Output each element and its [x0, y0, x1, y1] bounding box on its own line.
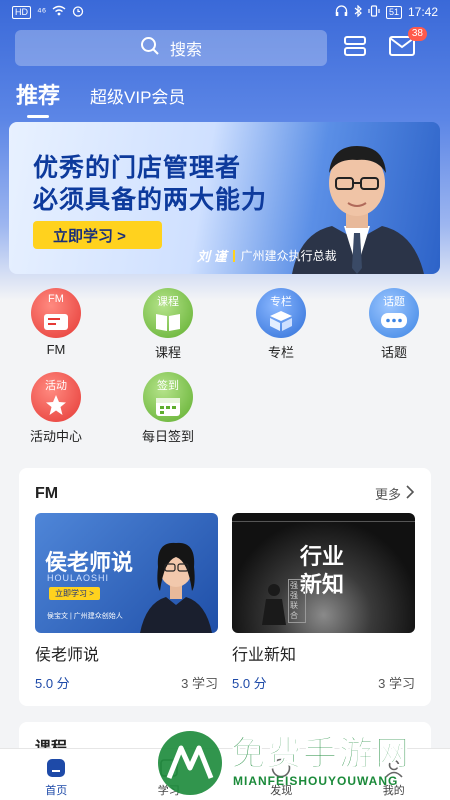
fm-item-learners: 3 学习 [181, 676, 218, 691]
grid-item-course[interactable]: 课程 课程 [123, 288, 213, 361]
nav-home-label: 首页 [45, 785, 68, 797]
silhouette-figure [262, 584, 286, 625]
search-row: 搜索 [15, 30, 435, 66]
banner-title-line2: 必须具备的两大能力 [33, 186, 268, 214]
chat-bubble-icon: 话题 [369, 288, 419, 338]
scan-button[interactable] [340, 33, 370, 63]
fm-item-learners: 3 学习 [378, 676, 415, 691]
grid-label-activity: 活动中心 [29, 429, 82, 444]
messages-button[interactable]: 38 [387, 27, 427, 63]
signal-icon: ⁴⁶ [37, 6, 47, 18]
thumb-top-rule [232, 521, 415, 522]
fm-item-houlaoshi[interactable]: 侯老师说 HOULAOSHI 立即学习 > 侯宝文 | 广州建众创始人 侯老师说… [35, 513, 218, 692]
battery-icon: 51 [385, 5, 402, 19]
chevron-right-icon [405, 485, 415, 502]
search-icon [140, 36, 160, 61]
grid-item-fm[interactable]: FM FM [11, 288, 101, 357]
fm-icon-tag: FM [48, 293, 64, 305]
thumb-subtitle: HOULAOSHI [47, 573, 110, 583]
vibrate-icon [368, 4, 380, 20]
grid-label-topic: 话题 [380, 345, 407, 360]
top-tabs: 推荐 超级VIP会员 [16, 78, 185, 118]
banner-title: 优秀的门店管理者 必须具备的两大能力 [33, 152, 267, 216]
fm-item-score: 5.0 分 [232, 676, 267, 691]
fm-thumb-industry-news: 行业 新知 强强联合 [232, 513, 415, 633]
headphones-icon [335, 4, 348, 20]
topic-icon-tag: 话题 [383, 296, 405, 308]
column-icon-tag: 专栏 [270, 296, 292, 308]
nav-home[interactable]: 首页 [0, 749, 113, 800]
grid-label-column: 专栏 [267, 345, 294, 360]
fm-thumb-houlaoshi: 侯老师说 HOULAOSHI 立即学习 > 侯宝文 | 广州建众创始人 [35, 513, 218, 633]
more-label: 更多 [374, 487, 401, 502]
grid-item-checkin[interactable]: 签到 每日签到 [123, 372, 213, 445]
calendar-icon: 签到 [143, 372, 193, 422]
banner-title-line1: 优秀的门店管理者 [33, 154, 242, 182]
tab-recommend[interactable]: 推荐 [16, 78, 60, 118]
grid-item-topic[interactable]: 话题 话题 [349, 288, 439, 361]
search-placeholder: 搜索 [169, 42, 202, 59]
fm-item-score: 5.0 分 [35, 676, 70, 691]
fm-card-header: FM 更多 [35, 484, 415, 503]
home-icon [45, 757, 67, 779]
fm-item-industry-news[interactable]: 行业 新知 强强联合 行业新知 5.0 分 3 学习 [232, 513, 415, 692]
fm-card: FM 更多 侯老师说 HOULAOSHI 立即学习 > 侯宝文 | 广州建众创始… [19, 468, 431, 706]
status-bar: HD ⁴⁶ 51 17:42 [0, 0, 450, 24]
hd-badge: HD [12, 5, 31, 19]
fm-more-link[interactable]: 更多 [375, 484, 415, 503]
book-icon: 课程 [143, 288, 193, 338]
tab-super-vip[interactable]: 超级VIP会员 [90, 83, 185, 110]
course-icon-tag: 课程 [157, 296, 179, 308]
grid-label-course: 课程 [154, 345, 181, 360]
watermark-subtext: MIANFEISHOUYOUWANG [233, 774, 399, 788]
cube-icon: 专栏 [256, 288, 306, 338]
fm-icon: FM [31, 288, 81, 338]
fm-item-name: 侯老师说 [35, 647, 100, 664]
wifi-icon [52, 5, 66, 19]
layout-icon [343, 35, 367, 62]
watermark-text: 免费手游网 [231, 735, 411, 774]
activity-icon-tag: 活动 [45, 380, 67, 392]
host-portrait [140, 542, 212, 633]
banner-caption: 刘 谨 广州建众执行总裁 [197, 246, 337, 265]
thumb-button: 立即学习 > [49, 587, 100, 600]
fm-card-title: FM [35, 484, 59, 502]
checkin-icon-tag: 签到 [157, 380, 179, 392]
banner-learn-button[interactable]: 立即学习 > [33, 221, 162, 249]
thumb-title-line2: 新知 [300, 572, 345, 597]
alarm-icon [72, 5, 84, 20]
grid-label-checkin: 每日签到 [141, 429, 194, 444]
star-icon: 活动 [31, 372, 81, 422]
promo-banner[interactable]: 优秀的门店管理者 必须具备的两大能力 立即学习 > 刘 谨 广州建众执行总裁 [9, 122, 440, 274]
watermark-logo-icon [158, 731, 222, 795]
caption-divider [232, 249, 235, 262]
site-watermark: 免费手游网 MIANFEISHOUYOUWANG [155, 724, 450, 800]
thumb-caption: 侯宝文 | 广州建众创始人 [47, 613, 123, 620]
fm-item-meta: 5.0 分 3 学习 [232, 673, 415, 692]
grid-item-column[interactable]: 专栏 专栏 [236, 288, 326, 361]
bluetooth-icon [354, 4, 362, 20]
speaker-role: 广州建众执行总裁 [240, 249, 337, 263]
fm-item-name: 行业新知 [232, 647, 297, 664]
mail-badge: 38 [407, 27, 427, 41]
status-time: 17:42 [407, 5, 438, 19]
fm-item-meta: 5.0 分 3 学习 [35, 673, 218, 692]
speaker-name: 刘 谨 [197, 249, 227, 264]
grid-item-activity[interactable]: 活动 活动中心 [11, 372, 101, 445]
grid-label-fm: FM [46, 342, 66, 357]
search-input[interactable]: 搜索 [15, 30, 327, 66]
